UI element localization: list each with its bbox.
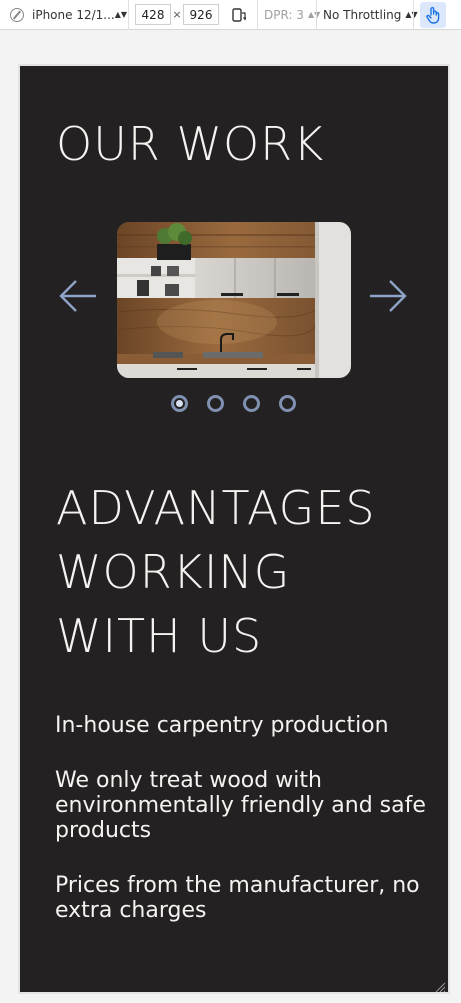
carousel-dot-3[interactable]: [243, 395, 260, 412]
touch-icon: [426, 6, 440, 24]
height-input[interactable]: 926: [183, 4, 219, 25]
throttling-value: No Throttling: [323, 7, 402, 22]
dpr-select[interactable]: DPR: 3 ▲▼: [258, 7, 320, 22]
arrow-right-icon: [370, 280, 407, 312]
divider: [128, 0, 129, 30]
dimension-separator: ×: [172, 8, 182, 21]
dropdown-arrow-icon: ▲▼: [114, 10, 128, 19]
advantage-item: Prices from the manufacturer, no extra c…: [55, 873, 420, 923]
dropdown-arrow-icon: ▲▼: [405, 10, 418, 19]
kitchen-photo: [117, 222, 351, 378]
advantages-list: In-house carpentry production We only tr…: [55, 713, 435, 953]
carousel-pagination: [171, 395, 296, 412]
carousel-next-button[interactable]: [368, 278, 408, 314]
arrow-left-icon: [59, 280, 96, 312]
devtools-toolbar: iPhone 12/1... ▲▼ 428 × 926 DPR: 3 ▲▼ No…: [0, 0, 461, 30]
resize-handle[interactable]: [434, 978, 446, 992]
advantages-heading-line: WITH US: [56, 609, 263, 663]
divider: [413, 0, 414, 30]
touch-toggle-button[interactable]: [420, 1, 446, 28]
resize-grip-icon: [435, 982, 446, 992]
carousel-dot-1[interactable]: [171, 395, 188, 412]
dpr-value: DPR: 3: [264, 7, 304, 22]
advantages-heading: ADVANTAGES WORKING WITH US: [56, 476, 376, 668]
advantages-heading-line: WORKING: [56, 545, 291, 599]
device-select-value: iPhone 12/1...: [32, 7, 115, 22]
carousel-image-kitchen[interactable]: [117, 222, 351, 378]
carousel-dot-4[interactable]: [279, 395, 296, 412]
advantage-item: In-house carpentry production: [55, 713, 389, 738]
disable-compass-icon[interactable]: [10, 7, 24, 22]
advantages-heading-line: ADVANTAGES: [56, 481, 376, 535]
carousel-dot-2[interactable]: [207, 395, 224, 412]
width-input[interactable]: 428: [135, 4, 171, 25]
phone-viewport: OUR WORK ADVANTAGES WORKING WITH US In-h…: [20, 66, 448, 992]
our-work-heading: OUR WORK: [56, 117, 325, 171]
throttling-select[interactable]: No Throttling ▲▼: [317, 7, 418, 22]
advantage-item: We only treat wood with environmentally …: [55, 768, 426, 843]
device-select[interactable]: iPhone 12/1... ▲▼: [32, 8, 128, 22]
rotate-icon[interactable]: [225, 0, 251, 30]
carousel-prev-button[interactable]: [58, 278, 98, 314]
